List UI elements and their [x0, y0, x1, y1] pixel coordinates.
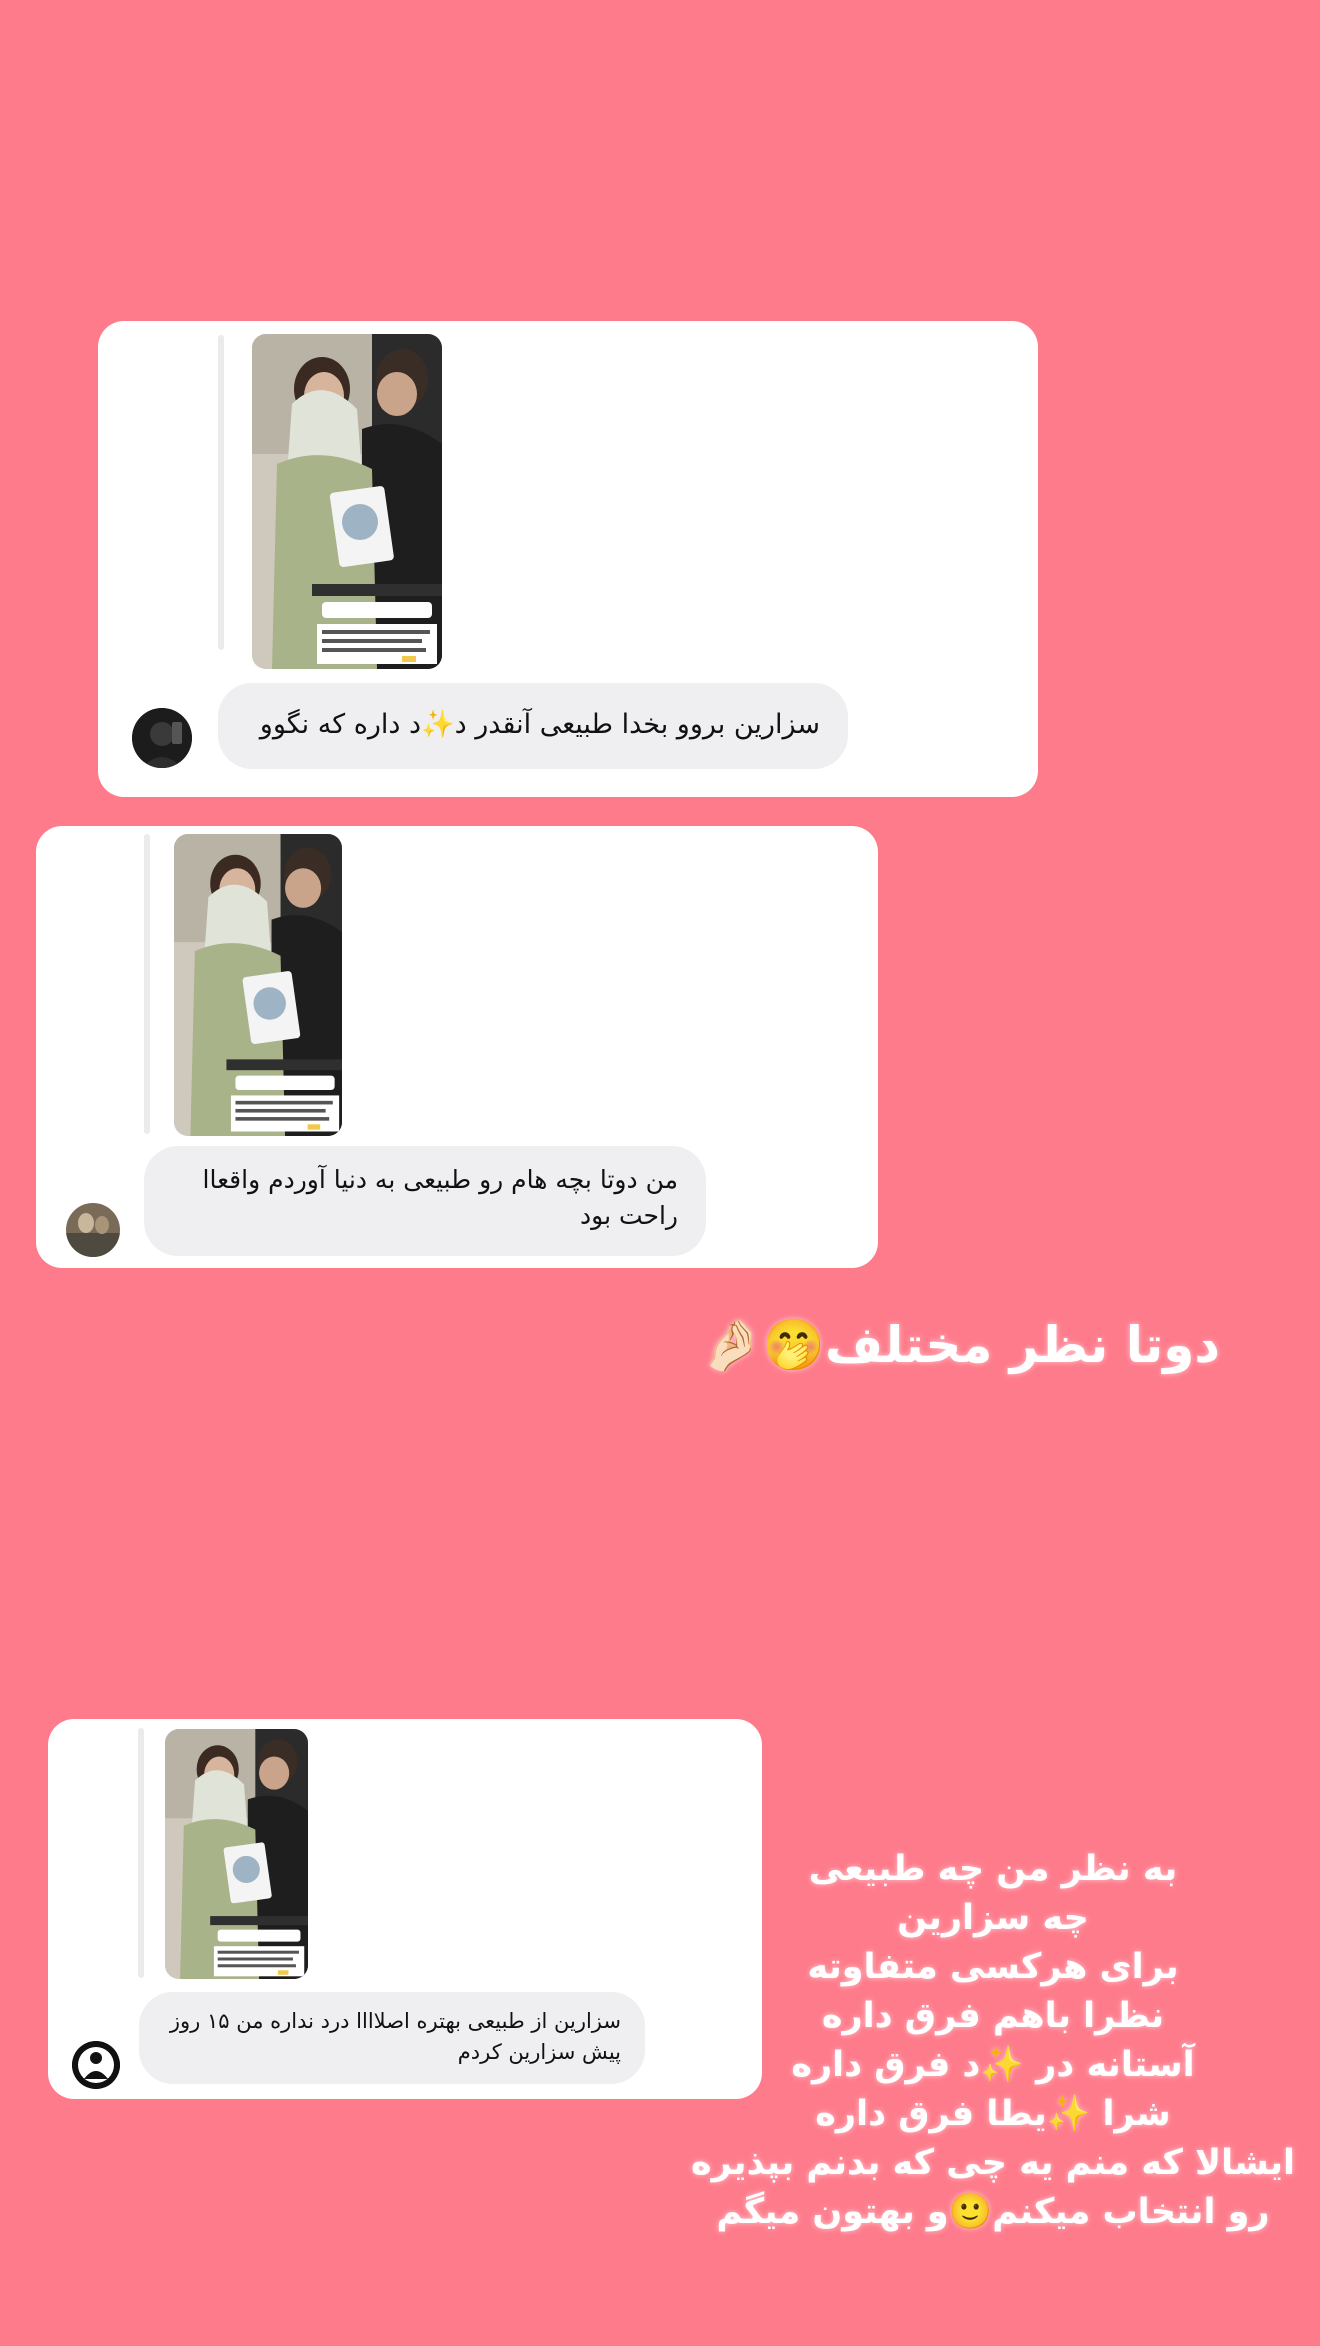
story-thumbnail[interactable]	[174, 834, 342, 1136]
comment-card-3: سزارین از طبیعی بهتره اصلاااا درد نداره …	[48, 1719, 762, 2099]
reply-indicator-bar	[218, 335, 224, 650]
story-caption: به نظر من چه طبیعی چه سزارین برای هرکسی …	[678, 1845, 1308, 2237]
caption-line: ایشالا که منم یه چی که بدنم بپذیره	[691, 2143, 1295, 2183]
story-thumbnail[interactable]	[165, 1729, 308, 1979]
caption-line: چه سزارین	[897, 1898, 1089, 1938]
headline-caption: دوتا نظر مختلف🤭🤌🏻	[700, 1316, 1220, 1374]
comment-card-1: سزارین بروو بخدا طبیعی آنقدر د✨د داره که…	[98, 321, 1038, 797]
silhouette-profile-avatar[interactable]	[72, 2041, 120, 2089]
comment-bubble: سزارین از طبیعی بهتره اصلاااا درد نداره …	[139, 1992, 645, 2084]
reply-indicator-bar	[144, 834, 150, 1134]
caption-line: برای هرکسی متفاوته	[807, 1947, 1179, 1987]
caption-line: نظرا باهم فرق داره	[821, 1996, 1165, 2036]
photo-profile-avatar[interactable]	[66, 1203, 120, 1257]
dark-profile-avatar[interactable]	[132, 708, 192, 768]
comment-text: من دوتا بچه هام رو طبیعی به دنیا آوردم و…	[202, 1165, 678, 1230]
reply-indicator-bar	[138, 1728, 144, 1978]
story-thumbnail[interactable]	[252, 334, 442, 669]
comment-bubble: من دوتا بچه هام رو طبیعی به دنیا آوردم و…	[144, 1146, 706, 1256]
comment-text: سزارین بروو بخدا طبیعی آنقدر د✨د داره که…	[259, 709, 820, 740]
comment-card-2: من دوتا بچه هام رو طبیعی به دنیا آوردم و…	[36, 826, 878, 1268]
comment-text: سزارین از طبیعی بهتره اصلاااا درد نداره …	[169, 2009, 621, 2064]
caption-line: به نظر من چه طبیعی	[808, 1849, 1178, 1889]
caption-line: آستانه در ✨د فرق داره	[791, 2045, 1195, 2085]
comment-bubble: سزارین بروو بخدا طبیعی آنقدر د✨د داره که…	[218, 683, 848, 769]
caption-line: رو انتخاب میکنم🙂و بهتون میگم	[716, 2192, 1270, 2232]
caption-line: شرا ✨یطا فرق داره	[815, 2094, 1171, 2134]
